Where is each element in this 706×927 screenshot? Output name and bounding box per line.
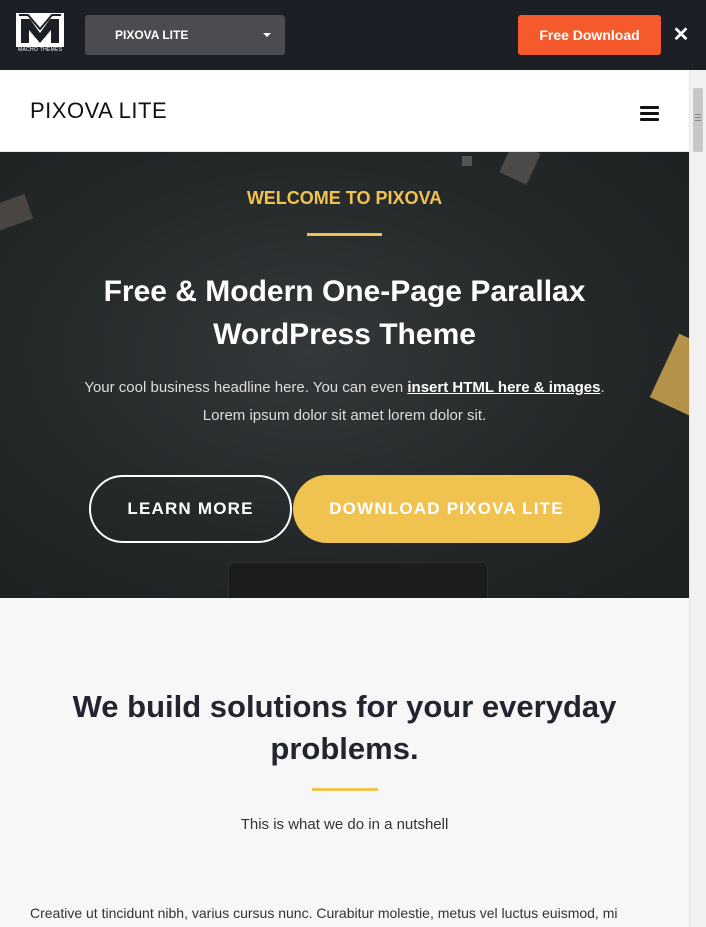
hero-welcome: WELCOME TO PIXOVA	[246, 188, 443, 208]
site-title[interactable]: PIXOVA LITE	[30, 98, 167, 124]
hero-decor-bottom-device	[228, 562, 488, 598]
scrollbar-grip-icon	[695, 114, 701, 115]
hero-section: WELCOME TO PIXOVA Free & Modern One-Page…	[0, 152, 689, 598]
solutions-section: We build solutions for your everyday pro…	[0, 598, 689, 927]
close-icon[interactable]: ✕	[671, 22, 691, 48]
hero-decor-right	[649, 333, 689, 421]
preview-frame: PIXOVA LITE WELCOME TO PIXOVA Free & Mod…	[0, 70, 706, 927]
hamburger-menu-icon[interactable]	[640, 106, 660, 122]
scrollbar-thumb[interactable]	[693, 88, 703, 152]
hero-subtitle-link[interactable]: insert HTML here & images	[407, 379, 600, 396]
hero-accent-line	[307, 233, 382, 236]
free-download-button[interactable]: Free Download	[518, 15, 661, 55]
top-bar: MACHO THEMES PIXOVA LITE Free Download ✕	[0, 0, 706, 70]
hero-subtitle-text: Your cool business headline here. You ca…	[84, 379, 408, 396]
section-title: We build solutions for your everyday pro…	[72, 689, 617, 766]
hero-subtitle: Your cool business headline here. You ca…	[40, 374, 649, 430]
caret-down-icon	[263, 33, 271, 37]
site-header: PIXOVA LITE	[0, 70, 689, 152]
theme-select-dropdown[interactable]: PIXOVA LITE	[85, 15, 285, 55]
hero-title: Free & Modern One-Page Parallax WordPres…	[103, 275, 586, 351]
hero-decor-top	[499, 152, 541, 185]
section-subtitle: This is what we do in a nutshell	[240, 816, 449, 833]
download-pixova-button[interactable]: DOWNLOAD PIXOVA LITE	[293, 475, 600, 543]
theme-select-value: PIXOVA LITE	[115, 28, 189, 42]
learn-more-button[interactable]: LEARN MORE	[89, 475, 292, 543]
hero-subtitle-period: .	[600, 379, 605, 396]
scrollbar[interactable]	[689, 70, 706, 927]
logo-caption: MACHO THEMES	[18, 47, 63, 53]
section-accent-line	[312, 788, 378, 791]
section-body-text: Creative ut tincidunt nibh, varius cursu…	[30, 905, 618, 921]
hero-subtitle-line2: Lorem ipsum dolor sit amet lorem dolor s…	[202, 407, 487, 424]
hero-decor-top-small	[462, 156, 472, 166]
